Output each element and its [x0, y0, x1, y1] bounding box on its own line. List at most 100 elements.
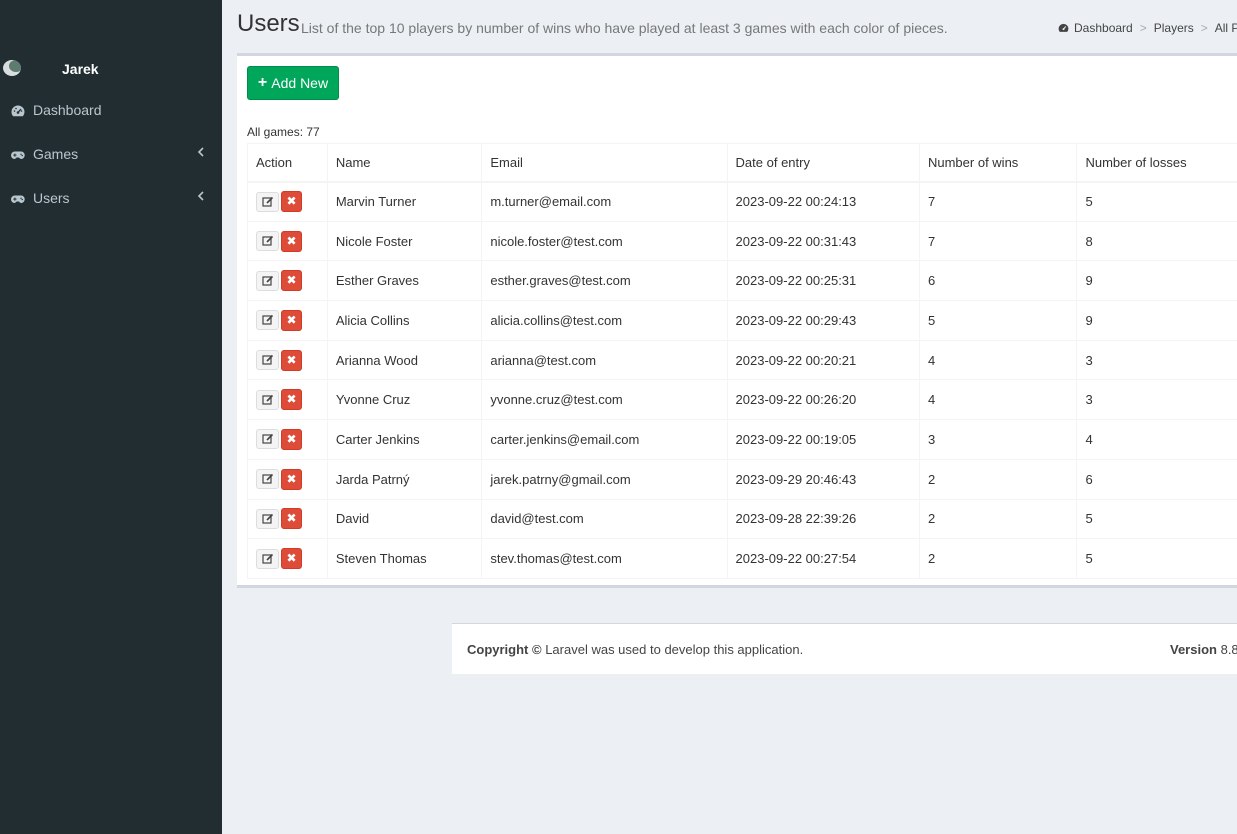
cell-wins: 3 [918, 419, 1078, 460]
close-icon: ✖ [286, 431, 297, 446]
column-header-email[interactable]: Email [481, 143, 728, 183]
action-cell: ✖ [247, 220, 328, 262]
edit-button[interactable] [256, 389, 279, 410]
action-cell: ✖ [247, 181, 328, 222]
breadcrumb-dashboard[interactable]: Dashboard [1074, 21, 1133, 35]
cell-losses: 3 [1076, 379, 1237, 421]
delete-button[interactable]: ✖ [281, 468, 302, 490]
delete-button[interactable]: ✖ [281, 389, 302, 411]
sidebar-item-dashboard[interactable]: Dashboard [0, 89, 222, 133]
chevron-left-icon [197, 191, 204, 201]
copyright-text: Laravel was used to develop this applica… [545, 642, 804, 657]
cell-email: jarek.patrny@gmail.com [481, 458, 728, 500]
add-new-label: Add New [271, 75, 329, 91]
cell-name: Marvin Turner [326, 181, 483, 222]
page-title: Users [237, 10, 300, 37]
cell-name: Nicole Foster [326, 220, 483, 262]
edit-button[interactable] [256, 310, 279, 331]
edit-icon [262, 235, 274, 246]
cell-date: 2023-09-22 00:20:21 [726, 339, 920, 381]
version-label: Version [1170, 642, 1217, 657]
close-icon: ✖ [286, 352, 297, 367]
delete-button[interactable]: ✖ [281, 508, 302, 530]
edit-icon [262, 315, 274, 326]
column-header-date[interactable]: Date of entry [726, 143, 920, 183]
column-header-losses[interactable]: Number of losses [1076, 143, 1237, 183]
cell-wins: 2 [918, 538, 1078, 579]
edit-button[interactable] [256, 429, 279, 450]
table-header-row: Action Name Email Date of entry Number o… [247, 143, 1237, 183]
edit-button[interactable] [256, 469, 279, 490]
column-header-action[interactable]: Action [247, 143, 328, 183]
user-panel: Jarek [0, 58, 222, 82]
cell-email: esther.graves@test.com [481, 260, 728, 302]
action-cell: ✖ [247, 538, 328, 579]
column-header-wins[interactable]: Number of wins [918, 143, 1078, 183]
cell-losses: 5 [1076, 181, 1237, 222]
cell-date: 2023-09-28 22:39:26 [726, 498, 920, 540]
gamepad-icon [11, 151, 25, 159]
copyright-label: Copyright © [467, 642, 542, 657]
table-row: ✖ Marvin Turner m.turner@email.com 2023-09-… [247, 181, 1237, 222]
dashboard-icon [11, 105, 25, 117]
action-cell: ✖ [247, 419, 328, 460]
delete-button[interactable]: ✖ [281, 349, 302, 371]
action-cell: ✖ [247, 458, 328, 500]
sidebar-item-games[interactable]: Games [0, 133, 222, 177]
table-row: ✖ Yvonne Cruz yvonne.cruz@test.com 2023-09-… [247, 379, 1237, 421]
close-icon: ✖ [286, 312, 297, 327]
users-box: + Add New All games: 77 Action Name Emai… [237, 53, 1237, 588]
cell-date: 2023-09-22 00:26:20 [726, 379, 920, 421]
cell-wins: 7 [918, 181, 1078, 222]
cell-name: Esther Graves [326, 260, 483, 302]
cell-name: Yvonne Cruz [326, 379, 483, 421]
delete-button[interactable]: ✖ [281, 428, 302, 450]
edit-button[interactable] [256, 191, 279, 212]
delete-button[interactable]: ✖ [281, 191, 302, 213]
table-row: ✖ Steven Thomas stev.thomas@test.com 2023-0… [247, 538, 1237, 579]
edit-button[interactable] [256, 548, 279, 569]
user-name: Jarek [62, 61, 99, 77]
breadcrumb: Dashboard>Players>All Pla [1057, 21, 1237, 35]
version: Version 8.8 [1170, 642, 1237, 657]
edit-button[interactable] [256, 270, 279, 291]
cell-date: 2023-09-22 00:27:54 [726, 538, 920, 579]
cell-name: David [326, 498, 483, 540]
edit-button[interactable] [256, 508, 279, 529]
edit-button[interactable] [256, 350, 279, 371]
edit-button[interactable] [256, 231, 279, 252]
edit-icon [262, 394, 274, 405]
close-icon: ✖ [286, 511, 297, 526]
edit-icon [262, 474, 274, 484]
sidebar-item-label: Games [33, 146, 79, 162]
cell-losses: 9 [1076, 300, 1237, 341]
cell-wins: 2 [918, 458, 1078, 500]
delete-button[interactable]: ✖ [281, 309, 302, 331]
action-cell: ✖ [247, 260, 328, 302]
breadcrumb-players[interactable]: Players [1154, 21, 1194, 35]
cell-losses: 5 [1076, 538, 1237, 579]
cell-wins: 7 [918, 220, 1078, 262]
close-icon: ✖ [286, 392, 297, 407]
cell-name: Arianna Wood [326, 339, 483, 381]
content-header: Users List of the top 10 players by numb… [237, 10, 1237, 50]
avatar [3, 60, 21, 76]
cell-losses: 4 [1076, 419, 1237, 460]
edit-icon [262, 196, 274, 207]
edit-icon [262, 355, 274, 365]
cell-losses: 3 [1076, 339, 1237, 381]
action-cell: ✖ [247, 339, 328, 381]
close-icon: ✖ [286, 273, 297, 288]
close-icon: ✖ [286, 551, 297, 566]
sidebar-item-users[interactable]: Users [0, 177, 222, 221]
delete-button[interactable]: ✖ [281, 230, 302, 252]
add-new-button[interactable]: + Add New [247, 66, 339, 100]
cell-date: 2023-09-22 00:24:13 [726, 181, 920, 222]
close-icon: ✖ [286, 471, 297, 486]
delete-button[interactable]: ✖ [281, 548, 302, 570]
column-header-name[interactable]: Name [326, 143, 483, 183]
delete-button[interactable]: ✖ [281, 270, 302, 292]
cell-email: nicole.foster@test.com [481, 220, 728, 262]
cell-date: 2023-09-22 00:19:05 [726, 419, 920, 460]
plus-icon: + [257, 74, 268, 91]
